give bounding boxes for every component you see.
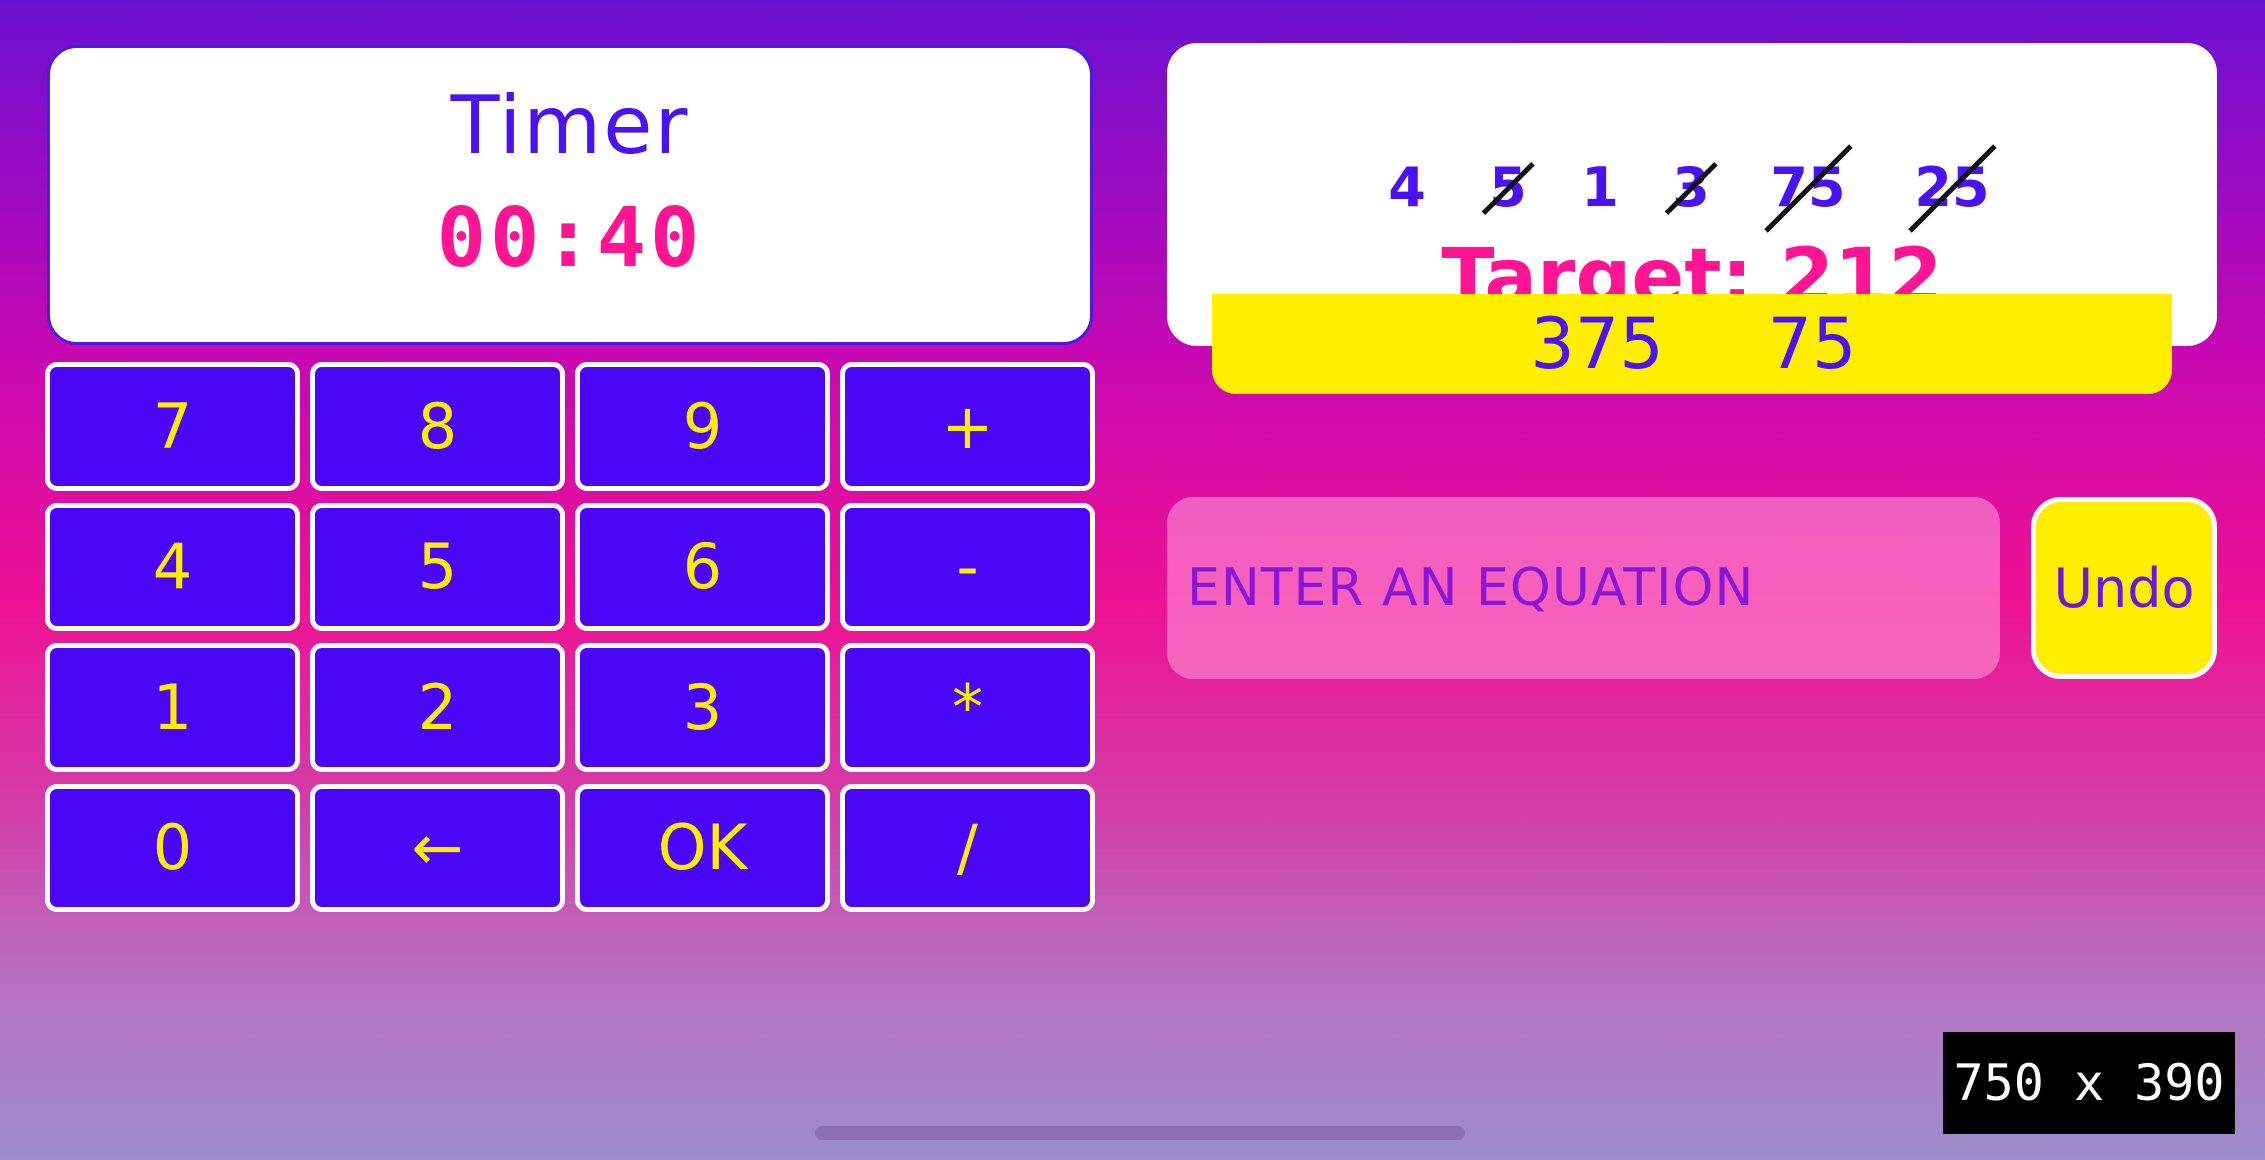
key-minus[interactable]: -	[840, 502, 1095, 631]
timer-title: Timer	[450, 79, 690, 172]
key-9[interactable]: 9	[575, 362, 830, 491]
key-8[interactable]: 8	[310, 362, 565, 491]
backspace-key[interactable]: ←	[310, 783, 565, 912]
key-divide[interactable]: /	[840, 783, 1095, 912]
number-value: 4	[1388, 156, 1426, 219]
number-tile[interactable]: 1	[1581, 153, 1619, 223]
size-badge: 750 x 390	[1943, 1032, 2235, 1134]
result-value[interactable]: 75	[1767, 294, 1856, 394]
number-tile[interactable]: 3	[1664, 153, 1718, 223]
number-tile[interactable]: 25	[1907, 144, 1997, 233]
key-5[interactable]: 5	[310, 502, 565, 631]
key-2[interactable]: 2	[310, 643, 565, 772]
results-bar: 375 75	[1212, 294, 2172, 394]
number-value: 1	[1581, 156, 1619, 219]
key-7[interactable]: 7	[45, 362, 300, 491]
key-plus[interactable]: +	[840, 362, 1095, 491]
number-tile[interactable]: 5	[1481, 153, 1535, 223]
keypad: 7 8 9 + 4 5 6 - 1 2 3 * 0 ← OK /	[45, 362, 1095, 912]
number-tile[interactable]: 4	[1388, 153, 1426, 223]
equation-input[interactable]	[1167, 497, 2000, 679]
number-tile[interactable]: 75	[1763, 144, 1853, 233]
result-value[interactable]: 375	[1530, 294, 1664, 394]
timer-card: Timer 00:40	[47, 45, 1093, 345]
key-4[interactable]: 4	[45, 502, 300, 631]
key-6[interactable]: 6	[575, 502, 830, 631]
available-numbers: 4 5 1 3 75 25	[1167, 144, 2217, 233]
home-indicator[interactable]	[815, 1126, 1465, 1140]
timer-value: 00:40	[436, 191, 704, 286]
undo-button[interactable]: Undo	[2031, 497, 2217, 679]
ok-key[interactable]: OK	[575, 783, 830, 912]
key-0[interactable]: 0	[45, 783, 300, 912]
key-3[interactable]: 3	[575, 643, 830, 772]
key-1[interactable]: 1	[45, 643, 300, 772]
key-multiply[interactable]: *	[840, 643, 1095, 772]
